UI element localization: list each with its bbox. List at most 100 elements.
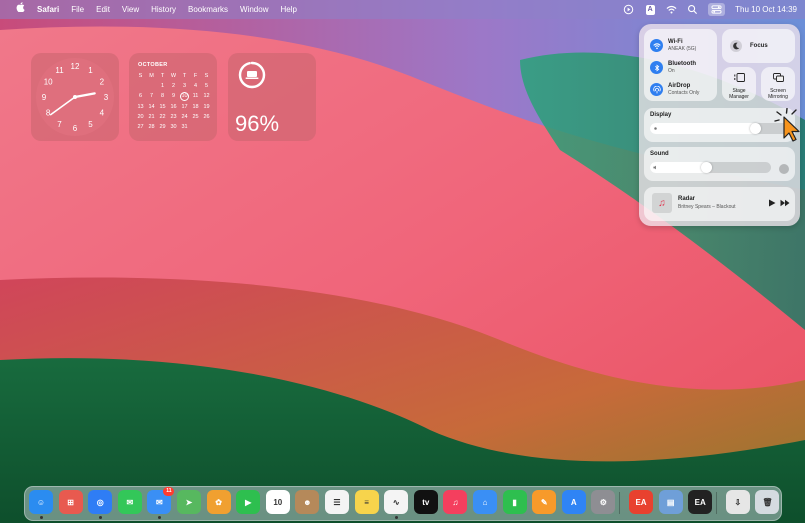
menu-help[interactable]: Help — [274, 0, 302, 19]
calendar-day: 16 — [170, 104, 177, 110]
volume-slider[interactable] — [650, 162, 771, 173]
dock-freeform-glyph: ∿ — [392, 497, 400, 507]
dock-system-settings-icon[interactable]: ⚙ — [591, 490, 616, 514]
menu-file[interactable]: File — [65, 0, 90, 19]
calendar-day: 18 — [192, 104, 199, 110]
dock-preview-glyph: ▤ — [666, 497, 675, 507]
input-source-icon[interactable]: A — [644, 4, 656, 15]
dock-calendar-icon[interactable]: 10 — [265, 490, 290, 514]
next-track-icon[interactable] — [780, 199, 790, 207]
control-center-icon[interactable] — [708, 3, 726, 16]
calendar-weekday: T — [182, 73, 187, 79]
dock-running-indicator — [98, 516, 102, 519]
bluetooth-title: Bluetooth — [668, 61, 696, 67]
play-icon[interactable] — [768, 199, 776, 207]
dock-trash-glyph: 🗑 — [762, 497, 773, 507]
menu-history[interactable]: History — [145, 0, 182, 19]
dock-freeform-icon[interactable]: ∿ — [384, 490, 409, 514]
airplay-audio-icon[interactable] — [779, 164, 789, 174]
dock-launchpad-glyph: ⊞ — [67, 497, 74, 507]
dock-pages-icon[interactable]: ✎ — [532, 490, 557, 514]
menu-bookmarks[interactable]: Bookmarks — [182, 0, 234, 19]
dock-mail-glyph: ✉ — [156, 497, 163, 507]
calendar-day: 17 — [181, 104, 188, 110]
dock-reminders-icon[interactable]: ☰ — [325, 490, 349, 514]
dock-notes-glyph: ≡ — [364, 497, 369, 507]
menu-clock[interactable]: Thu 10 Oct 14:39 — [735, 0, 797, 19]
calendar-day: 19 — [203, 104, 210, 110]
calendar-day: 29 — [159, 124, 166, 130]
display-tile: Display — [644, 108, 795, 142]
calendar-day: 28 — [148, 124, 155, 130]
volume-slider-knob[interactable] — [701, 162, 712, 173]
display-slider-knob[interactable] — [750, 123, 761, 134]
dock-ea-app-1-icon[interactable]: EA — [629, 490, 653, 514]
dock-preview-icon[interactable]: ▤ — [658, 490, 683, 514]
dock-running-indicator — [394, 516, 398, 519]
airdrop-toggle[interactable]: AirDrop Contacts Only — [650, 83, 699, 96]
clock-number: 3 — [104, 93, 109, 102]
stage-manager-button[interactable]: Stage Manager — [722, 67, 756, 101]
battery-widget[interactable]: 96% — [228, 53, 316, 141]
album-art-icon: ♫ — [652, 193, 672, 213]
dock-safari-icon[interactable]: ◎ — [88, 490, 113, 514]
dock-contacts-icon[interactable]: ☻ — [295, 490, 320, 514]
clock-number: 7 — [57, 120, 62, 129]
sound-tile: Sound — [644, 147, 795, 181]
dock-facetime-icon[interactable]: ▶ — [236, 490, 261, 514]
calendar-day: 4 — [193, 83, 198, 89]
now-playing-title: Radar — [678, 196, 696, 202]
calendar-day: 30 — [170, 124, 177, 130]
stage-manager-icon — [733, 73, 745, 82]
calendar-weekday: M — [149, 73, 154, 79]
calendar-day: 12 — [203, 93, 210, 99]
dock-music-icon[interactable]: ♫ — [443, 490, 468, 514]
clock-widget[interactable]: 1 2 3 4 5 6 7 8 9 10 11 12 — [31, 53, 119, 141]
calendar-day: 31 — [181, 124, 188, 130]
dock-finder-icon[interactable]: ☺ — [29, 490, 53, 514]
screen-mirroring-button[interactable]: Screen Mirroring — [761, 67, 795, 101]
bluetooth-toggle[interactable]: Bluetooth On — [650, 61, 696, 74]
dock-facetime-glyph: ▶ — [245, 497, 252, 507]
dock-mail-icon[interactable]: ✉ 11 — [147, 487, 175, 514]
menu-edit[interactable]: Edit — [90, 0, 116, 19]
dock-ea-app-2-icon[interactable]: EA — [688, 490, 713, 514]
focus-button[interactable]: Focus — [722, 29, 795, 63]
menu-view[interactable]: View — [116, 0, 145, 19]
dock-photos-icon[interactable]: ✿ — [206, 490, 231, 514]
dock-launchpad-icon[interactable]: ⊞ — [58, 490, 83, 514]
moon-icon — [730, 40, 742, 52]
input-source-label: A — [645, 4, 655, 15]
display-brightness-slider[interactable] — [650, 123, 789, 134]
clock-number: 5 — [88, 120, 93, 129]
spotlight-search-icon[interactable] — [687, 4, 698, 15]
clock-number: 11 — [55, 66, 64, 75]
dock-trash-icon[interactable]: 🗑 — [755, 490, 780, 514]
dock-messages-icon[interactable]: ✉ — [117, 490, 142, 514]
airdrop-subtitle: Contacts Only — [668, 90, 700, 96]
now-playing-tile[interactable]: ♫ Radar Britney Spears – Blackout — [644, 187, 795, 221]
dock-pages-glyph: ✎ — [540, 497, 548, 507]
dock-keynote-icon[interactable]: ⌂ — [473, 490, 497, 514]
dock-app-store-icon[interactable]: A — [561, 490, 586, 514]
airdrop-icon — [650, 83, 663, 96]
calendar-widget[interactable]: OCTOBER S M T W T F S 1 2 3 4 5 6 7 8 9 10 11 12 13 14 15 16 17… — [129, 53, 217, 141]
wifi-icon[interactable] — [666, 4, 677, 15]
calendar-day: 25 — [192, 114, 199, 120]
dock-maps-icon[interactable]: ➤ — [177, 490, 201, 514]
wifi-toggle[interactable]: Wi-Fi ANEAK (5G) — [650, 39, 696, 52]
battery-ring — [238, 61, 266, 89]
menu-window[interactable]: Window — [234, 0, 274, 19]
play-status-icon[interactable] — [623, 4, 634, 15]
calendar-day: 27 — [137, 124, 144, 130]
clock-number: 2 — [100, 78, 105, 87]
apple-menu-icon[interactable] — [10, 0, 31, 19]
dock-downloads-icon[interactable]: ⇩ — [725, 490, 750, 514]
calendar-day: 11 — [192, 93, 199, 99]
dock-numbers-icon[interactable]: ▮ — [502, 490, 527, 514]
dock-ea-app-2-glyph: EA — [694, 497, 706, 507]
menu-app-name[interactable]: Safari — [31, 0, 65, 19]
dock-apple-tv-icon[interactable]: tv — [413, 490, 438, 514]
clock-number: 10 — [44, 78, 53, 87]
dock-notes-icon[interactable]: ≡ — [354, 490, 379, 514]
